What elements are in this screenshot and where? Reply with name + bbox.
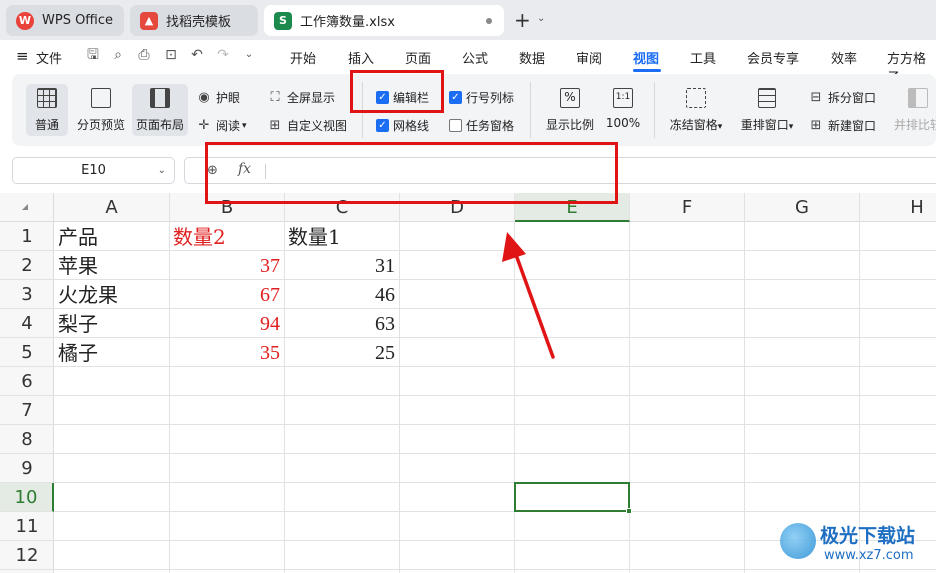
- watermark-name: 极光下载站: [820, 525, 916, 547]
- watermark-logo-icon: [780, 523, 816, 559]
- annotation-arrow-shaft: [513, 250, 555, 359]
- watermark-url: www.xz7.com: [824, 548, 914, 563]
- annotation-arrow: [502, 232, 555, 359]
- watermark: 极光下载站 www.xz7.com: [776, 519, 936, 573]
- annotation-arrow-head: [502, 232, 526, 262]
